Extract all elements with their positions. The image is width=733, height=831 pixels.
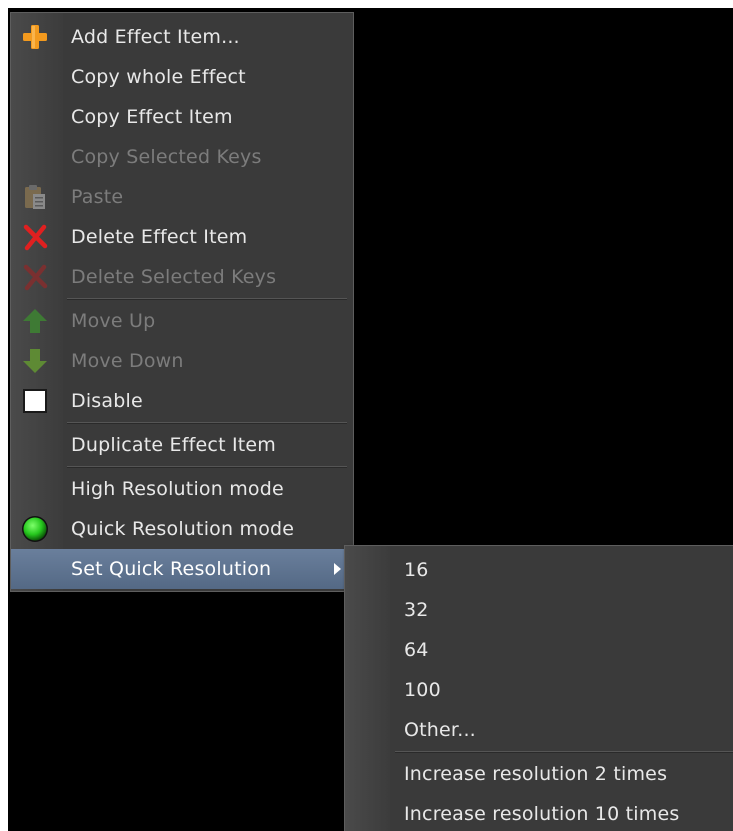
submenu-item-100[interactable]: 100 <box>345 670 733 710</box>
menu-item-move-down[interactable]: Move Down <box>11 341 353 381</box>
menu-item-add-effect-item[interactable]: Add Effect Item... <box>11 17 353 57</box>
menu-item-label: Quick Resolution mode <box>71 518 295 540</box>
delete-x-icon <box>20 262 50 292</box>
menu-separator <box>67 298 347 300</box>
menu-item-label: Copy Effect Item <box>71 106 233 128</box>
menu-item-label: 16 <box>404 559 429 581</box>
menu-item-quick-resolution-mode[interactable]: Quick Resolution mode <box>11 509 353 549</box>
submenu-item-other[interactable]: Other... <box>345 710 733 750</box>
menu-item-label: Delete Selected Keys <box>71 266 277 288</box>
plus-icon <box>20 22 50 52</box>
menu-item-paste[interactable]: Paste <box>11 177 353 217</box>
menu-item-label: Paste <box>71 186 124 208</box>
menu-item-delete-effect-item[interactable]: Delete Effect Item <box>11 217 353 257</box>
menu-item-label: 100 <box>404 679 441 701</box>
quick-resolution-submenu: 16 32 64 100 Other... Increase resolutio… <box>344 545 733 831</box>
menu-item-label: Duplicate Effect Item <box>71 434 277 456</box>
menu-item-move-up[interactable]: Move Up <box>11 301 353 341</box>
clipboard-icon <box>20 182 50 212</box>
menu-item-copy-selected-keys[interactable]: Copy Selected Keys <box>11 137 353 177</box>
screen: Add Effect Item... Copy whole Effect Cop… <box>0 0 733 831</box>
menu-item-label: Copy whole Effect <box>71 66 246 88</box>
menu-item-label: Move Down <box>71 350 184 372</box>
menu-item-label: Increase resolution 2 times <box>404 763 668 785</box>
submenu-item-increase-10x[interactable]: Increase resolution 10 times <box>345 794 733 831</box>
menu-item-label: 64 <box>404 639 429 661</box>
menu-item-set-quick-resolution[interactable]: Set Quick Resolution <box>11 549 353 589</box>
delete-x-icon <box>20 222 50 252</box>
submenu-arrow-icon <box>334 563 341 575</box>
menu-item-disable[interactable]: Disable <box>11 381 353 421</box>
menu-item-label: High Resolution mode <box>71 478 284 500</box>
arrow-up-icon <box>20 306 50 336</box>
menu-item-copy-effect-item[interactable]: Copy Effect Item <box>11 97 353 137</box>
menu-item-high-resolution-mode[interactable]: High Resolution mode <box>11 469 353 509</box>
context-menu: Add Effect Item... Copy whole Effect Cop… <box>10 12 354 592</box>
menu-item-label: Other... <box>404 719 476 741</box>
menu-item-label: Disable <box>71 390 143 412</box>
menu-item-label: Delete Effect Item <box>71 226 248 248</box>
menu-item-delete-selected-keys[interactable]: Delete Selected Keys <box>11 257 353 297</box>
submenu-item-32[interactable]: 32 <box>345 590 733 630</box>
menu-item-label: 32 <box>404 599 429 621</box>
menu-item-duplicate-effect-item[interactable]: Duplicate Effect Item <box>11 425 353 465</box>
menu-item-copy-whole-effect[interactable]: Copy whole Effect <box>11 57 353 97</box>
submenu-item-16[interactable]: 16 <box>345 550 733 590</box>
menu-item-label: Set Quick Resolution <box>71 558 272 580</box>
menu-separator <box>395 751 733 753</box>
submenu-item-increase-2x[interactable]: Increase resolution 2 times <box>345 754 733 794</box>
green-dot-icon <box>20 514 50 544</box>
menu-item-label: Copy Selected Keys <box>71 146 262 168</box>
menu-item-label: Increase resolution 10 times <box>404 803 680 825</box>
menu-item-label: Move Up <box>71 310 156 332</box>
submenu-item-64[interactable]: 64 <box>345 630 733 670</box>
menu-separator <box>67 422 347 424</box>
arrow-down-icon <box>20 346 50 376</box>
menu-item-label: Add Effect Item... <box>71 26 240 48</box>
menu-separator <box>67 466 347 468</box>
checkbox-icon <box>20 386 50 416</box>
